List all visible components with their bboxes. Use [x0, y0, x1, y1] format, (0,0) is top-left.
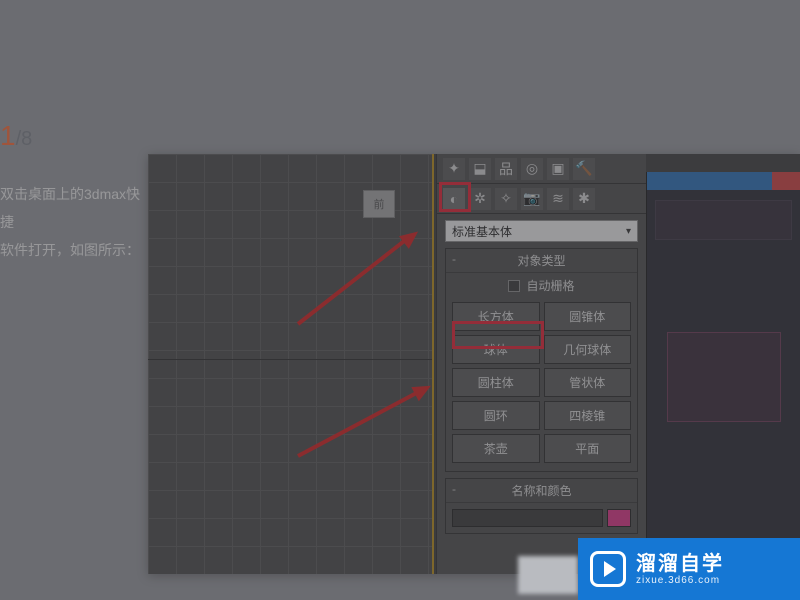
autogrid-row: 自动栅格 — [446, 273, 637, 298]
object-color-swatch[interactable] — [607, 509, 631, 527]
cameras-icon[interactable]: 📷 — [521, 188, 543, 210]
geosphere-button[interactable]: 几何球体 — [544, 335, 632, 364]
viewport-label[interactable]: 前 — [363, 190, 395, 218]
display-tab-icon[interactable]: ▣ — [547, 158, 569, 180]
play-icon — [590, 551, 626, 587]
secondary-window-title — [647, 172, 772, 190]
blur-patch — [518, 556, 578, 594]
object-name-input[interactable] — [452, 509, 603, 527]
step-indicator: 1/8 — [0, 120, 32, 152]
chevron-down-icon: ▾ — [626, 226, 631, 237]
autogrid-checkbox[interactable] — [508, 280, 520, 292]
sphere-button[interactable]: 球体 — [452, 335, 540, 364]
watermark-url: zixue.3d66.com — [636, 575, 724, 586]
command-panel: ✦ ⬓ 品 ◎ ▣ 🔨 ◐ ✲ ✧ 📷 ≋ ✱ 标准基本体 ▾ — [436, 154, 646, 574]
hierarchy-tab-icon[interactable]: 品 — [495, 158, 517, 180]
lights-icon[interactable]: ✧ — [495, 188, 517, 210]
dropdown-value: 标准基本体 — [452, 223, 512, 240]
rollout-name-color: - 名称和颜色 — [445, 478, 638, 534]
close-icon[interactable] — [772, 172, 800, 190]
minus-icon: - — [452, 252, 456, 266]
article-text: 双击桌面上的3dmax快捷 软件打开，如图所示： — [0, 180, 150, 264]
watermark-title: 溜溜自学 — [636, 553, 724, 575]
cone-button[interactable]: 圆锥体 — [544, 302, 632, 331]
tube-button[interactable]: 管状体 — [544, 368, 632, 397]
autogrid-label: 自动栅格 — [526, 277, 574, 294]
secondary-window — [646, 172, 800, 574]
modify-tab-icon[interactable]: ⬓ — [469, 158, 491, 180]
article-line1: 双击桌面上的3dmax快捷 — [0, 180, 150, 236]
command-panel-tabs: ✦ ⬓ 品 ◎ ▣ 🔨 — [437, 154, 646, 184]
secondary-window-titlebar — [647, 172, 800, 190]
category-dropdown[interactable]: 标准基本体 ▾ — [445, 220, 638, 242]
box-button[interactable]: 长方体 — [452, 302, 540, 331]
step-total: /8 — [16, 128, 33, 150]
motion-tab-icon[interactable]: ◎ — [521, 158, 543, 180]
step-current: 1 — [0, 120, 16, 151]
pyramid-button[interactable]: 四棱锥 — [544, 401, 632, 430]
secondary-panel — [667, 332, 781, 422]
rollout-title-namecolor[interactable]: - 名称和颜色 — [446, 479, 637, 503]
torus-button[interactable]: 圆环 — [452, 401, 540, 430]
minus-icon-2: - — [452, 482, 456, 496]
cylinder-button[interactable]: 圆柱体 — [452, 368, 540, 397]
create-subtabs: ◐ ✲ ✧ 📷 ≋ ✱ — [437, 184, 646, 214]
plane-button[interactable]: 平面 — [544, 434, 632, 463]
watermark[interactable]: 溜溜自学 zixue.3d66.com — [578, 538, 800, 600]
shapes-icon[interactable]: ✲ — [469, 188, 491, 210]
teapot-button[interactable]: 茶壶 — [452, 434, 540, 463]
create-tab-icon[interactable]: ✦ — [443, 158, 465, 180]
rollout-title-objtype[interactable]: - 对象类型 — [446, 249, 637, 273]
viewport-axis — [148, 359, 432, 360]
geometry-icon[interactable]: ◐ — [443, 188, 465, 210]
helpers-icon[interactable]: ≋ — [547, 188, 569, 210]
secondary-toolbar — [655, 200, 792, 240]
screenshot: 前 ☀ ✦ ⬓ 品 ◎ ▣ 🔨 ◐ ✲ ✧ 📷 ≋ — [148, 154, 800, 574]
spacewarps-icon[interactable]: ✱ — [573, 188, 595, 210]
viewport-front[interactable]: 前 — [148, 154, 434, 574]
rollout-object-type: - 对象类型 自动栅格 长方体 圆锥体 球体 几何球体 圆柱体 管状体 圆环 四… — [445, 248, 638, 472]
utilities-tab-icon[interactable]: 🔨 — [573, 158, 595, 180]
article-line2: 软件打开，如图所示： — [0, 236, 150, 264]
